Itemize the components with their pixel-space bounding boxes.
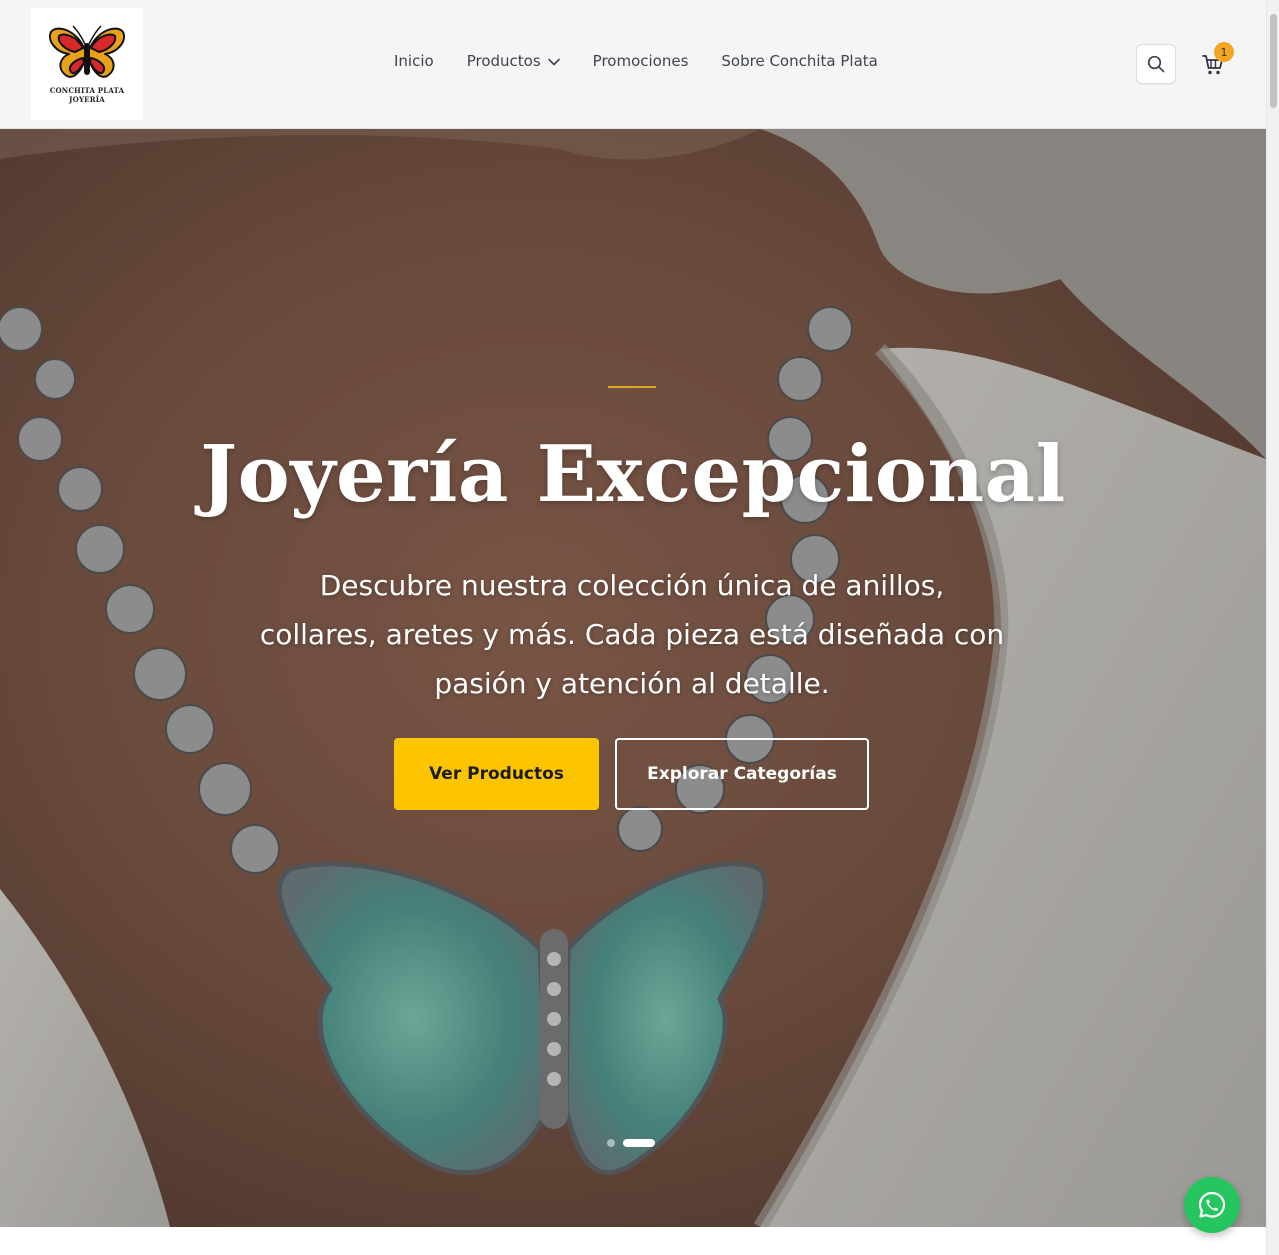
slider-dots <box>607 1139 655 1147</box>
chevron-down-icon <box>547 52 560 70</box>
slider-dot-1[interactable] <box>607 1139 615 1147</box>
whatsapp-icon <box>1198 1191 1226 1218</box>
hero-subtitle: Descubre nuestra colección única de anil… <box>259 569 1005 700</box>
nav-promociones[interactable]: Promociones <box>593 52 689 70</box>
ver-productos-button[interactable]: Ver Productos <box>394 738 599 810</box>
search-icon <box>1147 55 1165 73</box>
search-button[interactable] <box>1136 44 1176 84</box>
nav-productos[interactable]: Productos <box>467 52 560 70</box>
nav-sobre-label: Sobre Conchita Plata <box>721 52 878 70</box>
nav-inicio[interactable]: Inicio <box>394 52 434 70</box>
hero-title: Joyería Excepcional <box>200 429 1066 520</box>
nav-productos-label: Productos <box>466 52 541 70</box>
hero-slider: Joyería Excepcional Descubre nuestra col… <box>0 129 1266 1227</box>
scrollbar[interactable] <box>1266 0 1279 1255</box>
main-nav: Inicio Productos Promociones Sobre Conch… <box>394 52 878 70</box>
butterfly-logo-icon <box>49 25 125 78</box>
whatsapp-button[interactable] <box>1184 1177 1240 1233</box>
site-header: CONCHITA PLATA JOYERÍA Inicio Productos … <box>0 0 1266 129</box>
logo-text-line1: CONCHITA PLATA <box>49 86 125 95</box>
accent-line <box>608 386 656 388</box>
nav-inicio-label: Inicio <box>394 52 434 70</box>
explorar-categorias-button[interactable]: Explorar Categorías <box>615 738 869 810</box>
logo[interactable]: CONCHITA PLATA JOYERÍA <box>31 8 143 120</box>
cart-count-badge: 1 <box>1214 42 1234 62</box>
logo-text-line2: JOYERÍA <box>69 95 105 104</box>
nav-promociones-label: Promociones <box>592 52 689 70</box>
scrollbar-thumb[interactable] <box>1270 14 1277 108</box>
nav-sobre[interactable]: Sobre Conchita Plata <box>721 52 877 70</box>
ver-productos-label: Ver Productos <box>429 764 564 784</box>
slider-dot-2[interactable] <box>623 1139 655 1147</box>
explorar-categorias-label: Explorar Categorías <box>647 764 837 784</box>
